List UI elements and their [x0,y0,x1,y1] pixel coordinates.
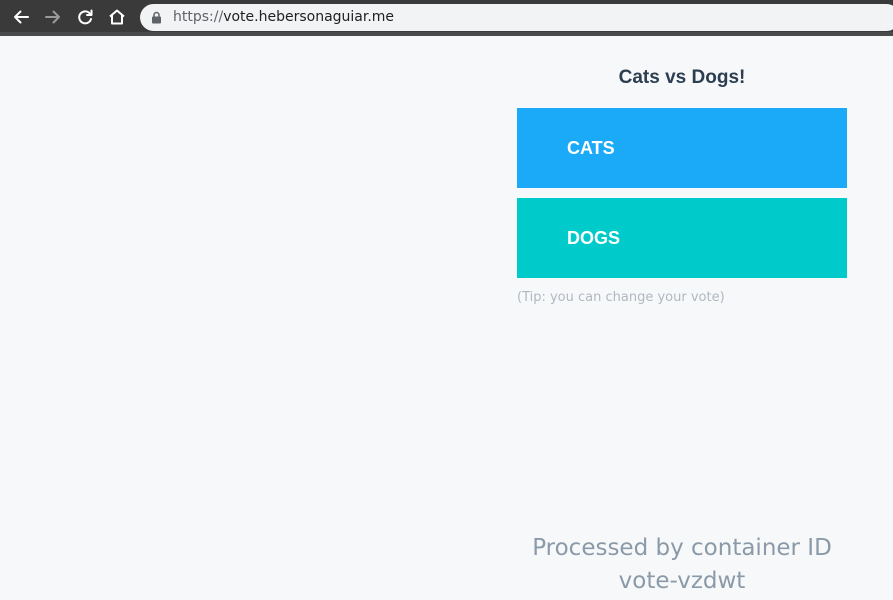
vote-cats-button[interactable]: CATS [517,108,847,188]
forward-button[interactable] [40,4,66,30]
tip-text: (Tip: you can change your vote) [517,290,725,305]
address-bar[interactable]: https://vote.hebersonaguiar.me [140,4,893,31]
vote-dogs-button[interactable]: DOGS [517,198,847,278]
container-id: vote-vzdwt [618,568,746,594]
home-button[interactable] [104,4,130,30]
page-content: Cats vs Dogs! CATS DOGS (Tip: you can ch… [0,36,893,600]
reload-button[interactable] [72,4,98,30]
url-scheme: https:// [173,9,224,25]
url-text: https://vote.hebersonaguiar.me [173,9,394,26]
page-title: Cats vs Dogs! [618,67,746,88]
container-info: Processed by container ID vote-vzdwt [517,532,847,598]
browser-toolbar: https://vote.hebersonaguiar.me [0,0,893,36]
back-button[interactable] [8,4,34,30]
forward-arrow-icon [45,10,60,24]
url-host: vote.hebersonaguiar.me [223,9,395,25]
back-arrow-icon [14,10,29,24]
reload-icon [78,9,93,25]
container-label: Processed by container ID [532,535,832,561]
home-icon [109,9,125,25]
lock-icon [152,11,161,24]
